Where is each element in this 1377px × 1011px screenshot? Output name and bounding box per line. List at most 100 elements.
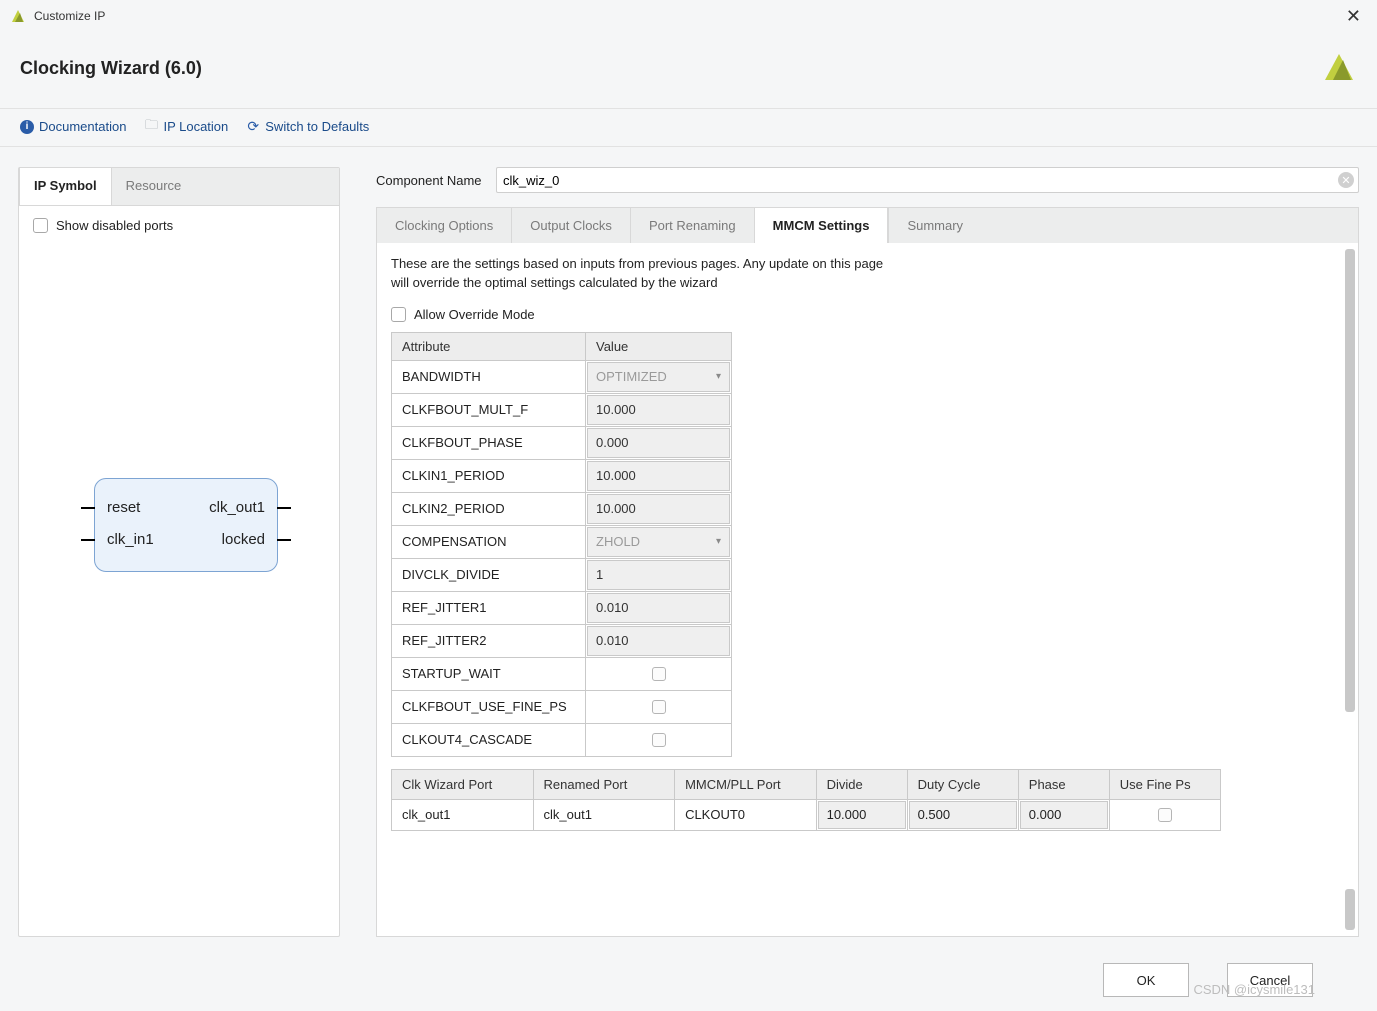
info-icon: i: [20, 120, 34, 134]
attr-name: CLKOUT4_CASCADE: [392, 723, 586, 756]
table-row: CLKFBOUT_MULT_F10.000: [392, 393, 732, 426]
port-duty[interactable]: 0.500: [909, 801, 1017, 829]
attr-value-field[interactable]: 1: [587, 560, 730, 590]
port-clk-in1: clk_in1: [107, 531, 154, 548]
switch-defaults-label: Switch to Defaults: [265, 119, 369, 134]
attr-value-select[interactable]: ZHOLD: [587, 527, 730, 557]
component-name-input[interactable]: ✕: [496, 167, 1359, 193]
attr-value-field[interactable]: 10.000: [587, 461, 730, 491]
component-name-label: Component Name: [376, 173, 488, 188]
table-row: CLKIN1_PERIOD10.000: [392, 459, 732, 492]
attr-value-select[interactable]: OPTIMIZED: [587, 362, 730, 392]
tab-mmcm-settings[interactable]: MMCM Settings: [754, 208, 889, 243]
left-panel: IP Symbol Resource Show disabled ports r…: [18, 167, 340, 937]
description-text: These are the settings based on inputs f…: [391, 255, 931, 293]
table-row: COMPENSATIONZHOLD: [392, 525, 732, 558]
attr-header-value: Value: [586, 332, 732, 360]
attribute-table: Attribute Value BANDWIDTHOPTIMIZEDCLKFBO…: [391, 332, 732, 757]
clear-icon[interactable]: ✕: [1338, 172, 1354, 188]
ports-header-fineps: Use Fine Ps: [1109, 769, 1220, 799]
port-locked: locked: [222, 531, 265, 548]
show-disabled-ports-checkbox[interactable]: Show disabled ports: [33, 218, 325, 233]
ports-header-phase: Phase: [1018, 769, 1109, 799]
checkbox-icon[interactable]: [652, 667, 666, 681]
tab-summary[interactable]: Summary: [888, 208, 981, 243]
right-panel: Component Name ✕ Clocking Options Output…: [376, 167, 1359, 937]
table-row: DIVCLK_DIVIDE1: [392, 558, 732, 591]
attr-name: CLKIN1_PERIOD: [392, 459, 586, 492]
settings-tabs: Clocking Options Output Clocks Port Rena…: [376, 207, 1359, 243]
table-row: CLKFBOUT_USE_FINE_PS: [392, 690, 732, 723]
attr-header-attribute: Attribute: [392, 332, 586, 360]
left-tabs: IP Symbol Resource: [19, 168, 339, 206]
attr-name: STARTUP_WAIT: [392, 657, 586, 690]
attr-name: BANDWIDTH: [392, 360, 586, 393]
footer: OK Cancel: [0, 949, 1377, 1011]
attr-name: REF_JITTER1: [392, 591, 586, 624]
checkbox-icon[interactable]: [652, 700, 666, 714]
ports-header-divide: Divide: [816, 769, 907, 799]
tab-resource[interactable]: Resource: [112, 168, 196, 205]
ports-header-duty: Duty Cycle: [907, 769, 1018, 799]
window-title: Customize IP: [34, 9, 1340, 23]
app-logo-icon: [10, 8, 26, 24]
table-row: CLKOUT4_CASCADE: [392, 723, 732, 756]
port-phase[interactable]: 0.000: [1020, 801, 1108, 829]
attr-name: REF_JITTER2: [392, 624, 586, 657]
attr-value-field[interactable]: 0.010: [587, 626, 730, 656]
table-row: clk_out1clk_out1CLKOUT010.0000.5000.000: [392, 799, 1221, 830]
port-renamed: clk_out1: [534, 800, 675, 829]
port-clk-out1: clk_out1: [209, 499, 265, 516]
table-row: STARTUP_WAIT: [392, 657, 732, 690]
page-title: Clocking Wizard (6.0): [20, 58, 1321, 79]
port-reset: reset: [107, 499, 140, 516]
attr-value-field[interactable]: 10.000: [587, 395, 730, 425]
attr-value-field[interactable]: 0.000: [587, 428, 730, 458]
tab-clocking-options[interactable]: Clocking Options: [377, 208, 511, 243]
toolbar: i Documentation 🗀 IP Location ⟳ Switch t…: [0, 109, 1377, 147]
ok-button[interactable]: OK: [1103, 963, 1189, 997]
ip-location-link[interactable]: 🗀 IP Location: [144, 119, 228, 134]
table-row: REF_JITTER10.010: [392, 591, 732, 624]
tab-port-renaming[interactable]: Port Renaming: [630, 208, 754, 243]
tab-output-clocks[interactable]: Output Clocks: [511, 208, 630, 243]
scrollbar[interactable]: [1343, 249, 1355, 930]
checkbox-icon[interactable]: [1158, 808, 1172, 822]
port-divide[interactable]: 10.000: [818, 801, 906, 829]
attr-name: CLKFBOUT_MULT_F: [392, 393, 586, 426]
allow-override-label: Allow Override Mode: [414, 307, 535, 322]
ports-header-renamed: Renamed Port: [533, 769, 675, 799]
header: Clocking Wizard (6.0): [0, 32, 1377, 109]
attr-value-field[interactable]: 0.010: [587, 593, 730, 623]
attr-name: COMPENSATION: [392, 525, 586, 558]
table-row: CLKIN2_PERIOD10.000: [392, 492, 732, 525]
close-icon[interactable]: ✕: [1340, 6, 1367, 27]
ports-header-wizard: Clk Wizard Port: [392, 769, 534, 799]
refresh-icon: ⟳: [246, 120, 260, 134]
ports-header-mmcm: MMCM/PLL Port: [675, 769, 817, 799]
titlebar: Customize IP ✕: [0, 0, 1377, 32]
checkbox-icon[interactable]: [652, 733, 666, 747]
folder-icon: 🗀: [144, 120, 158, 134]
component-name-field[interactable]: [503, 168, 1334, 192]
attr-name: DIVCLK_DIVIDE: [392, 558, 586, 591]
checkbox-icon: [33, 218, 48, 233]
table-row: REF_JITTER20.010: [392, 624, 732, 657]
ip-location-label: IP Location: [163, 119, 228, 134]
port-table: Clk Wizard Port Renamed Port MMCM/PLL Po…: [391, 769, 1221, 831]
attr-name: CLKIN2_PERIOD: [392, 492, 586, 525]
table-row: BANDWIDTHOPTIMIZED: [392, 360, 732, 393]
port-wizard: clk_out1: [392, 800, 533, 829]
cancel-button[interactable]: Cancel: [1227, 963, 1313, 997]
attr-value-field[interactable]: 10.000: [587, 494, 730, 524]
switch-defaults-link[interactable]: ⟳ Switch to Defaults: [246, 119, 369, 134]
port-mmcm: CLKOUT0: [675, 800, 816, 829]
tab-ip-symbol[interactable]: IP Symbol: [19, 167, 112, 205]
ip-symbol-diagram: reset clk_in1 clk_out1 locked: [83, 478, 289, 572]
allow-override-checkbox[interactable]: Allow Override Mode: [391, 307, 1344, 322]
documentation-label: Documentation: [39, 119, 126, 134]
checkbox-icon: [391, 307, 406, 322]
show-disabled-ports-label: Show disabled ports: [56, 218, 173, 233]
documentation-link[interactable]: i Documentation: [20, 119, 126, 134]
vendor-logo-icon: [1321, 50, 1357, 86]
